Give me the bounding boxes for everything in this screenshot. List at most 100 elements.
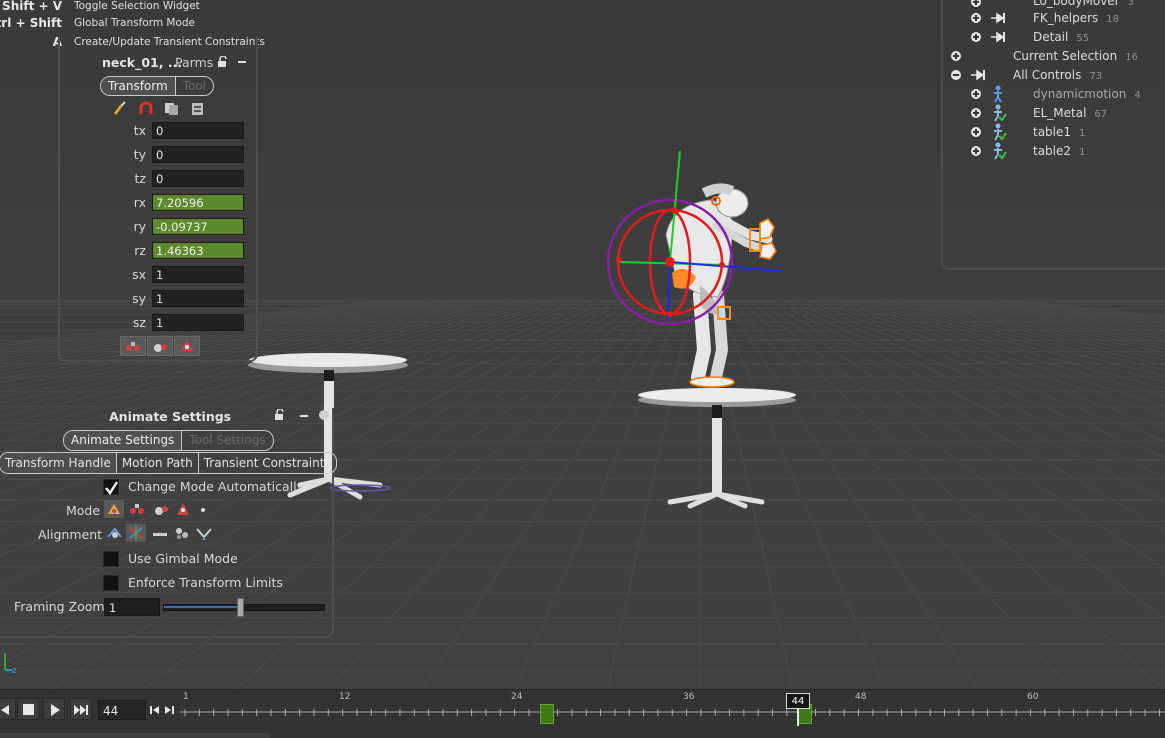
outliner-panel: Lo_bodyMover 3 FK_helpers 18 Detail 55 Curr… xyxy=(941,0,1165,270)
subtab-motion-path[interactable]: Motion Path xyxy=(115,453,198,473)
parm-field-tx[interactable]: 0 xyxy=(152,122,244,139)
keyframe-marker[interactable] xyxy=(540,704,554,724)
expand-icon[interactable] xyxy=(971,0,981,7)
character-check-icon xyxy=(994,104,1007,122)
close-icon[interactable] xyxy=(319,410,329,420)
brush-icon[interactable] xyxy=(112,101,129,116)
paste-icon[interactable] xyxy=(189,101,206,116)
scale-mode-icon[interactable] xyxy=(173,501,193,517)
parm-field-tz[interactable]: 0 xyxy=(152,170,244,187)
align-custom-icon[interactable] xyxy=(194,525,214,541)
outliner-row-table1[interactable]: table1 1 xyxy=(1033,125,1085,143)
parm-field-sx[interactable]: 1 xyxy=(152,266,244,283)
align-parent-icon[interactable] xyxy=(150,525,170,541)
parm-field-rx[interactable]: 7.20596 xyxy=(152,194,244,211)
expand-icon[interactable] xyxy=(971,127,981,137)
outliner-row-count: 1 xyxy=(1079,128,1086,139)
parm-row-tx: tx 0 xyxy=(60,121,250,141)
grid-line xyxy=(915,299,1165,343)
outliner-row-table2[interactable]: table2 1 xyxy=(1033,144,1085,162)
align-world-icon[interactable] xyxy=(105,525,125,541)
outliner-row-name: Current Selection xyxy=(1013,49,1118,63)
tab-transform[interactable]: Transform xyxy=(101,77,175,95)
reset-scale-button[interactable] xyxy=(174,336,200,356)
subtab-transform-handle[interactable]: Transform Handle xyxy=(0,453,116,473)
align-component-icon[interactable] xyxy=(172,525,192,541)
reset-translate-button[interactable] xyxy=(120,336,146,356)
change-mode-checkbox[interactable] xyxy=(103,479,119,496)
axis-gizmo: z xyxy=(4,653,17,676)
hotkey-key: Shift + V xyxy=(2,0,62,13)
rotate-mode-icon[interactable] xyxy=(150,501,170,517)
unlock-icon[interactable] xyxy=(217,56,229,68)
expand-icon[interactable] xyxy=(951,51,961,61)
timeline-ruler[interactable] xyxy=(0,690,1165,738)
parm-label: tx xyxy=(133,123,146,138)
collapse-icon[interactable] xyxy=(951,70,961,80)
playbar: 44 1 12 24 36 48 60 44 xyxy=(0,689,1165,738)
pivot-mode-icon[interactable] xyxy=(201,508,205,512)
grid-line xyxy=(931,299,1165,338)
translate-mode-icon[interactable] xyxy=(127,501,147,517)
outliner-row-dynamicmotion[interactable]: dynamicmotion 4 xyxy=(1033,87,1141,105)
subtab-transient-constraints[interactable]: Transient Constraints xyxy=(197,453,336,473)
expand-icon[interactable] xyxy=(971,32,981,42)
slider-fill xyxy=(164,606,240,608)
outliner-row-all-controls[interactable]: All Controls 73 xyxy=(1013,68,1102,86)
grid-line xyxy=(907,299,1165,346)
mode-auto-button[interactable] xyxy=(104,500,124,518)
grid-line xyxy=(843,299,1165,383)
hotkey-desc: Global Transform Mode xyxy=(74,17,196,29)
outliner-row-current-selection[interactable]: Current Selection 16 xyxy=(1013,49,1138,67)
outliner-row-count: 1 xyxy=(1079,147,1086,158)
parm-field-ry[interactable]: -0.09737 xyxy=(152,218,244,235)
transform-limits-checkbox[interactable] xyxy=(103,575,119,591)
grid-line xyxy=(891,299,1165,353)
framing-zoom-slider[interactable] xyxy=(163,598,325,617)
parm-row-sx: sx 1 xyxy=(60,265,250,285)
outliner-row-fk-helpers[interactable]: FK_helpers 18 xyxy=(1033,11,1119,29)
parm-label: rx xyxy=(133,195,146,210)
framing-zoom-field[interactable]: 1 xyxy=(104,598,160,616)
outliner-row-name: Lo_bodyMover xyxy=(1033,0,1120,8)
expand-icon[interactable] xyxy=(971,146,981,156)
magnet-icon[interactable] xyxy=(138,101,155,116)
parm-field-rz[interactable]: 1.46363 xyxy=(152,242,244,259)
tab-animate-settings[interactable]: Animate Settings xyxy=(64,431,182,450)
character-rig[interactable] xyxy=(600,145,800,395)
parm-label: ty xyxy=(133,147,146,162)
hotkey-key: Ctrl + Shift xyxy=(0,16,62,30)
copy-icon[interactable] xyxy=(163,101,180,116)
table2-mesh[interactable] xyxy=(630,378,810,513)
gimbal-mode-label: Use Gimbal Mode xyxy=(128,551,238,566)
hotkey-row: Ctrl + Shift Global Transform Mode xyxy=(0,15,260,31)
expand-icon[interactable] xyxy=(971,89,981,99)
alignment-label: Alignment xyxy=(38,527,103,542)
tab-tool-settings[interactable]: Tool Settings xyxy=(181,431,272,450)
tick-label: 36 xyxy=(683,692,695,702)
rotate-handle-icon xyxy=(154,344,167,352)
outliner-row-el-metal[interactable]: EL_Metal 67 xyxy=(1033,106,1107,124)
playhead-line[interactable] xyxy=(797,708,799,726)
tab-tool[interactable]: Tool xyxy=(174,77,213,95)
slider-handle[interactable] xyxy=(237,598,245,617)
collapse-icon[interactable] xyxy=(238,61,246,63)
collapse-icon[interactable] xyxy=(300,415,308,417)
outliner-row-count: 3 xyxy=(1127,0,1134,8)
parm-field-sy[interactable]: 1 xyxy=(152,290,244,307)
align-local-button[interactable] xyxy=(126,524,146,542)
expand-icon[interactable] xyxy=(971,13,981,23)
playbar-options-strip xyxy=(0,733,270,738)
parm-label: tz xyxy=(134,171,146,186)
outliner-row-detail[interactable]: Detail 55 xyxy=(1033,30,1089,48)
parm-field-ty[interactable]: 0 xyxy=(152,146,244,163)
parm-row-rz: rz 1.46363 xyxy=(60,241,250,261)
parm-field-sz[interactable]: 1 xyxy=(152,314,244,331)
character-check-icon xyxy=(994,123,1007,141)
outliner-row-count: 67 xyxy=(1094,109,1108,120)
expand-icon[interactable] xyxy=(971,108,981,118)
unlock-icon[interactable] xyxy=(274,409,286,421)
reset-rotate-button[interactable] xyxy=(147,336,173,356)
gimbal-mode-checkbox[interactable] xyxy=(103,551,119,567)
parms-title: Parms xyxy=(175,55,214,70)
